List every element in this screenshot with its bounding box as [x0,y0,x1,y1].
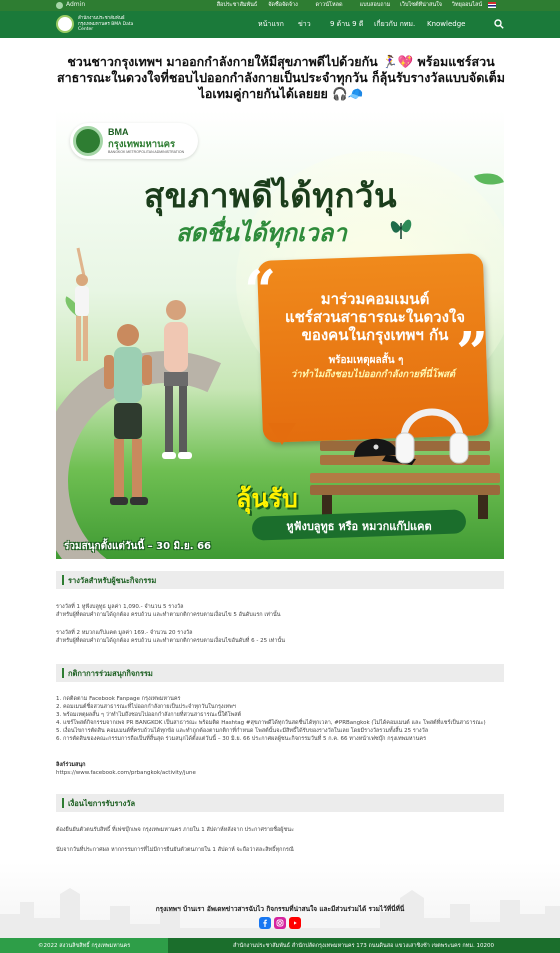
bma-seal-icon [73,126,103,156]
section-prizes-title: รางวัลสำหรับผู้ชนะกิจกรรม [68,576,157,585]
section-rules-title: กติกาการร่วมสนุกกิจกรรม [68,669,153,678]
section-rules-heading: กติกาการร่วมสนุกกิจกรรม [56,664,504,682]
menu-about[interactable]: เกี่ยวกับ กทม. [374,19,427,30]
copyright-text: ©2022 สงวนลิขสิทธิ์ กรุงเทพมหานคร [38,943,131,949]
menu-news[interactable]: ข่าว [298,19,330,30]
prize-2-text: รางวัลที่ 2 หมวกแก๊ปแคต มูลค่า 169.- จำน… [56,629,504,645]
leaf-decoration [474,167,504,191]
top-link-download[interactable]: ดาวน์โหลด [306,1,352,9]
heading-accent [62,575,64,585]
prize-1-text: รางวัลที่ 1 หูฟังบลูทูธ มูลค่า 1,090.- จ… [56,603,504,619]
rule-item: 1. กดติดตาม Facebook Fanpage กรุงเทพมหาน… [56,696,181,702]
top-link-radio[interactable]: วิทยุออนไลน์ [444,1,490,9]
bubble-line-2: แชร์สวนสาธารณะในดวงใจ [284,308,466,326]
prize-1-title: รางวัลที่ 1 หูฟังบลูทูธ มูลค่า 1,090.- จ… [56,604,184,610]
campaign-poster-image: BMA กรุงเทพมหานคร BANGKOK METROPOLITAN A… [56,111,504,559]
condition-1: ต้องยืนยันตัวตนรับสิทธิ์ ที่เฟซบุ๊กเพจ ก… [56,827,294,833]
rule-item: 4. แชร์โพสต์กิจกรรมจากเพจ PR BANGKOK เป็… [56,720,486,726]
menu-ninenine[interactable]: 9 ด้าน 9 ดี [330,19,374,30]
top-link-websites[interactable]: เว็บไซต์ที่น่าสนใจ [398,1,444,9]
search-icon[interactable] [494,19,504,29]
bubble-line-5: ว่าทำไมถึงชอบไปออกกำลังกายที่นี่โพสต์ [290,369,456,380]
rule-item: 5. เงื่อนไขการตัดสิน คอมเมนต์ที่ครบถ้วนไ… [56,728,429,734]
prize-1-detail: สำหรับผู้ที่ตอบคำถามได้ถูกต้อง ครบถ้วน แ… [56,612,281,618]
copyright-bar: ©2022 สงวนลิขสิทธิ์ กรุงเทพมหานคร สำนักง… [0,938,560,953]
menu-home[interactable]: หน้าแรก [258,19,298,30]
man-jogging-figure [104,324,152,505]
bma-logo-badge: BMA กรุงเทพมหานคร BANGKOK METROPOLITAN A… [70,123,198,159]
section-conditions-title: เงื่อนไขการรับรางวัล [68,799,136,808]
social-links [259,917,301,929]
section-conditions-heading: เงื่อนไขการรับรางวัล [56,794,504,812]
main-navbar: สำนักงานประชาสัมพันธ์ กรุงเทพมหานคร BMA … [0,11,560,38]
rule-item: 6. การตัดสินของคณะกรรมการถือเป็นที่สิ้นส… [56,736,427,742]
top-link-survey[interactable]: แบบสอบถาม [352,1,398,9]
campaign-period: ร่วมสนุกตั้งแต่วันนี้ – 30 มิ.ย. 66 [64,541,211,552]
top-utility-bar: Admin สื่อประชาสัมพันธ์ จัดซื้อจัดจ้าง ด… [0,0,560,11]
activity-link-label: ลิงก์ร่วมสนุก [56,762,86,768]
activity-link-block: ลิงก์ร่วมสนุก https://www.facebook.com/p… [56,761,504,777]
prize-heading: ลุ้นรับ [236,484,298,513]
top-links: สื่อประชาสัมพันธ์ จัดซื้อจัดจ้าง ดาวน์โห… [214,1,490,9]
facebook-icon[interactable] [259,917,271,929]
instagram-icon[interactable] [274,917,286,929]
poster-subheadline: สดชื่นได้ทุกเวลา [176,219,347,247]
article-title: ชวนชาวกรุงเทพฯ มาออกกำลังกายให้มีสุขภาพด… [57,54,505,101]
heading-accent [62,798,64,808]
bma-label: BMA [108,127,129,137]
language-flag-icon[interactable] [488,2,496,8]
rule-item: 2. คอมเมนต์ชื่อสวนสาธารณะที่ไปออกกำลังกา… [56,704,236,710]
headphones-image [395,408,469,464]
woman-stretching-figure [75,247,89,361]
heading-accent [62,668,64,678]
bma-subtitle: BANGKOK METROPOLITAN ADMINISTRATION [108,150,185,154]
activity-link[interactable]: https://www.facebook.com/prbangkok/activ… [56,769,504,777]
youtube-icon[interactable] [289,917,301,929]
site-logo-text[interactable]: สำนักงานประชาสัมพันธ์ กรุงเทพมหานคร BMA … [78,16,138,33]
admin-link[interactable]: Admin [66,1,85,8]
prize-2-detail: สำหรับผู้ที่ตอบคำถามได้ถูกต้อง ครบถ้วน แ… [56,638,285,644]
footer-message: กรุงเทพฯ บ้านเรา อัพเดทข่าวสารฉับไว กิจก… [155,905,405,913]
copyright-block: ©2022 สงวนลิขสิทธิ์ กรุงเทพมหานคร [0,938,168,953]
rule-item: 3. พร้อมเหตุผลสั้น ๆ ว่าทำไมถึงชอบไปออกก… [56,712,242,718]
prize-2-title: รางวัลที่ 2 หมวกแก๊ปแคต มูลค่า 169.- จำน… [56,630,193,636]
bubble-line-3: ของคนในกรุงเทพฯ กัน [301,326,449,344]
top-link-procurement[interactable]: จัดซื้อจัดจ้าง [260,1,306,9]
prize-subtext: หูฟังบลูทูธ หรือ หมวกแก๊ปแคต [286,520,432,533]
condition-2: นับจากวันที่ประกาศผล หากกรรมการที่ไม่มีก… [56,847,294,853]
rules-list: 1. กดติดตาม Facebook Fanpage กรุงเทพมหาน… [56,695,504,743]
office-address: สำนักงานประชาสัมพันธ์ สำนักปลัดกรุงเทพมห… [232,943,494,949]
admin-icon[interactable] [56,2,63,9]
top-link-media[interactable]: สื่อประชาสัมพันธ์ [214,1,260,9]
section-prizes-heading: รางวัลสำหรับผู้ชนะกิจกรรม [56,571,504,589]
woman-jogging-figure [162,300,192,459]
bubble-line-1: มาร่วมคอมเมนต์ [320,290,430,308]
site-logo-icon[interactable] [56,15,74,33]
main-menu: หน้าแรก ข่าว 9 ด้าน 9 ดี เกี่ยวกับ กทม. … [258,19,479,30]
butterfly-icon [390,219,412,239]
menu-knowledge[interactable]: Knowledge [427,19,479,30]
bubble-line-4: พร้อมเหตุผลสั้น ๆ [328,355,404,366]
speech-bubble-tail [268,423,296,445]
